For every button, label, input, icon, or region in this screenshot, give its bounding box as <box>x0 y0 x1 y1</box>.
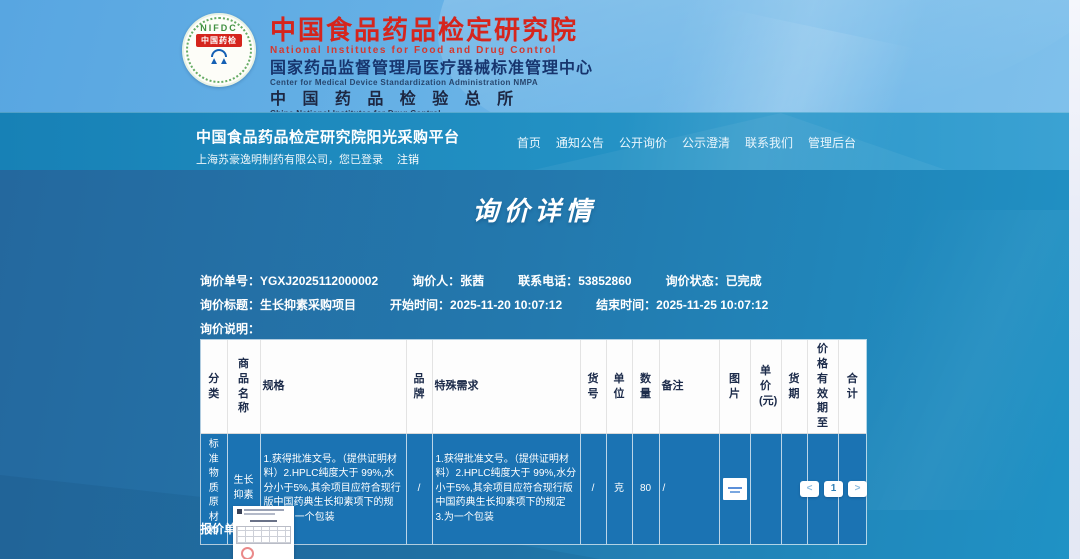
doc-logo-mark <box>237 509 242 514</box>
logo-arc-text: NIFDC <box>200 23 238 33</box>
main-content: 询价详情 询价单号：YGXJ2025112000002 询价人：张茜 联系电话：… <box>0 170 1069 559</box>
logo-banner-text: 中国药检 <box>196 34 242 47</box>
status-field: 询价状态：已完成 <box>666 274 762 288</box>
nav-link-home[interactable]: 首页 <box>517 134 541 151</box>
nav-link-contact[interactable]: 联系我们 <box>745 134 793 151</box>
red-stamp-icon <box>241 547 254 559</box>
pagination-next-button[interactable]: > <box>848 481 867 497</box>
org-name-en: National Institutes for Food and Drug Co… <box>270 45 830 56</box>
logo-emblem-icon: ▲▲ <box>209 49 229 66</box>
nifdc-logo: NIFDC 中国药检 ▲▲ <box>182 13 256 87</box>
status-badge: 已完成 <box>726 274 762 288</box>
col-delivery-time: 货期 <box>781 340 807 434</box>
quotation-document-thumbnail[interactable] <box>233 506 294 559</box>
center-name-cn: 国家药品监督管理局医疗器械标准管理中心 <box>270 60 830 77</box>
page-edge-strip <box>1069 0 1080 559</box>
col-special-requirements: 特殊需求 <box>432 340 580 434</box>
col-image: 图片 <box>719 340 750 434</box>
description-field: 询价说明： <box>200 322 260 336</box>
table-header-row: 分类 商品名称 规格 品牌 特殊需求 货号 单位 数量 备注 图片 单价(元) … <box>201 340 866 434</box>
login-status-line: 上海苏豪逸明制药有限公司，您已登录 注销 <box>196 151 419 167</box>
inquiry-items-table: 分类 商品名称 规格 品牌 特殊需求 货号 单位 数量 备注 图片 单价(元) … <box>200 339 867 545</box>
main-navigation: 首页 通知公告 公开询价 公示澄清 联系我们 管理后台 <box>517 113 856 170</box>
col-price-valid-until: 价格有效期至 <box>807 340 838 434</box>
institute-name-cn: 中 国 药 品 检 验 总 所 <box>270 91 830 108</box>
doc-header-line <box>244 509 284 511</box>
doc-title-line <box>250 520 277 522</box>
nav-link-admin[interactable]: 管理后台 <box>808 134 856 151</box>
inquiry-title-field: 询价标题：生长抑素采购项目 <box>200 298 356 312</box>
pagination-page-1-button[interactable]: 1 <box>824 481 843 497</box>
inquiry-no-field: 询价单号：YGXJ2025112000002 <box>200 274 378 288</box>
inquirer-field: 询价人：张茜 <box>412 274 484 288</box>
org-name-cn: 中国食品药品检定研究院 <box>270 16 830 44</box>
doc-header-line <box>244 513 275 515</box>
nav-link-open-inquiry[interactable]: 公开询价 <box>619 134 667 151</box>
platform-title: 中国食品药品检定研究院阳光采购平台 <box>196 126 460 147</box>
col-quantity: 数量 <box>632 340 659 434</box>
procurement-inquiry-page: NIFDC 中国药检 ▲▲ 中国食品药品检定研究院 National Insti… <box>0 0 1080 559</box>
detail-row: 询价标题：生长抑素采购项目 开始时间：2025-11-20 10:07:12 结… <box>200 298 890 312</box>
col-remark: 备注 <box>659 340 719 434</box>
pagination-prev-button[interactable]: < <box>800 481 819 497</box>
center-name-en: Center for Medical Device Standardizatio… <box>270 78 830 87</box>
institution-titles: 中国食品药品检定研究院 National Institutes for Food… <box>270 16 830 112</box>
doc-table-grid <box>236 526 291 544</box>
phone-field: 联系电话：53852860 <box>518 274 631 288</box>
site-header: NIFDC 中国药检 ▲▲ 中国食品药品检定研究院 National Insti… <box>0 0 1069 112</box>
col-category: 分类 <box>201 340 227 434</box>
start-time-field: 开始时间：2025-11-20 10:07:12 <box>390 298 562 312</box>
detail-row: 询价单号：YGXJ2025112000002 询价人：张茜 联系电话：53852… <box>200 274 890 288</box>
col-unit-price: 单价(元) <box>750 340 781 434</box>
col-total: 合计 <box>838 340 866 434</box>
col-item-no: 货号 <box>580 340 606 434</box>
login-status-text: 上海苏豪逸明制药有限公司，您已登录 <box>196 154 383 166</box>
logout-link[interactable]: 注销 <box>397 154 419 166</box>
nav-link-announcements[interactable]: 通知公告 <box>556 134 604 151</box>
col-brand: 品牌 <box>406 340 432 434</box>
inquiry-details: 询价单号：YGXJ2025112000002 询价人：张茜 联系电话：53852… <box>200 274 890 346</box>
detail-row: 询价说明： <box>200 322 890 336</box>
table-pagination: < 1 > <box>200 481 867 497</box>
page-title: 询价详情 <box>0 191 1069 228</box>
platform-navbar: 中国食品药品检定研究院阳光采购平台 上海苏豪逸明制药有限公司，您已登录 注销 首页… <box>0 112 1069 170</box>
nav-link-clarifications[interactable]: 公示澄清 <box>682 134 730 151</box>
end-time-field: 结束时间：2025-11-25 10:07:12 <box>596 298 768 312</box>
col-product-name: 商品名称 <box>227 340 260 434</box>
col-spec: 规格 <box>260 340 406 434</box>
col-unit: 单位 <box>606 340 632 434</box>
